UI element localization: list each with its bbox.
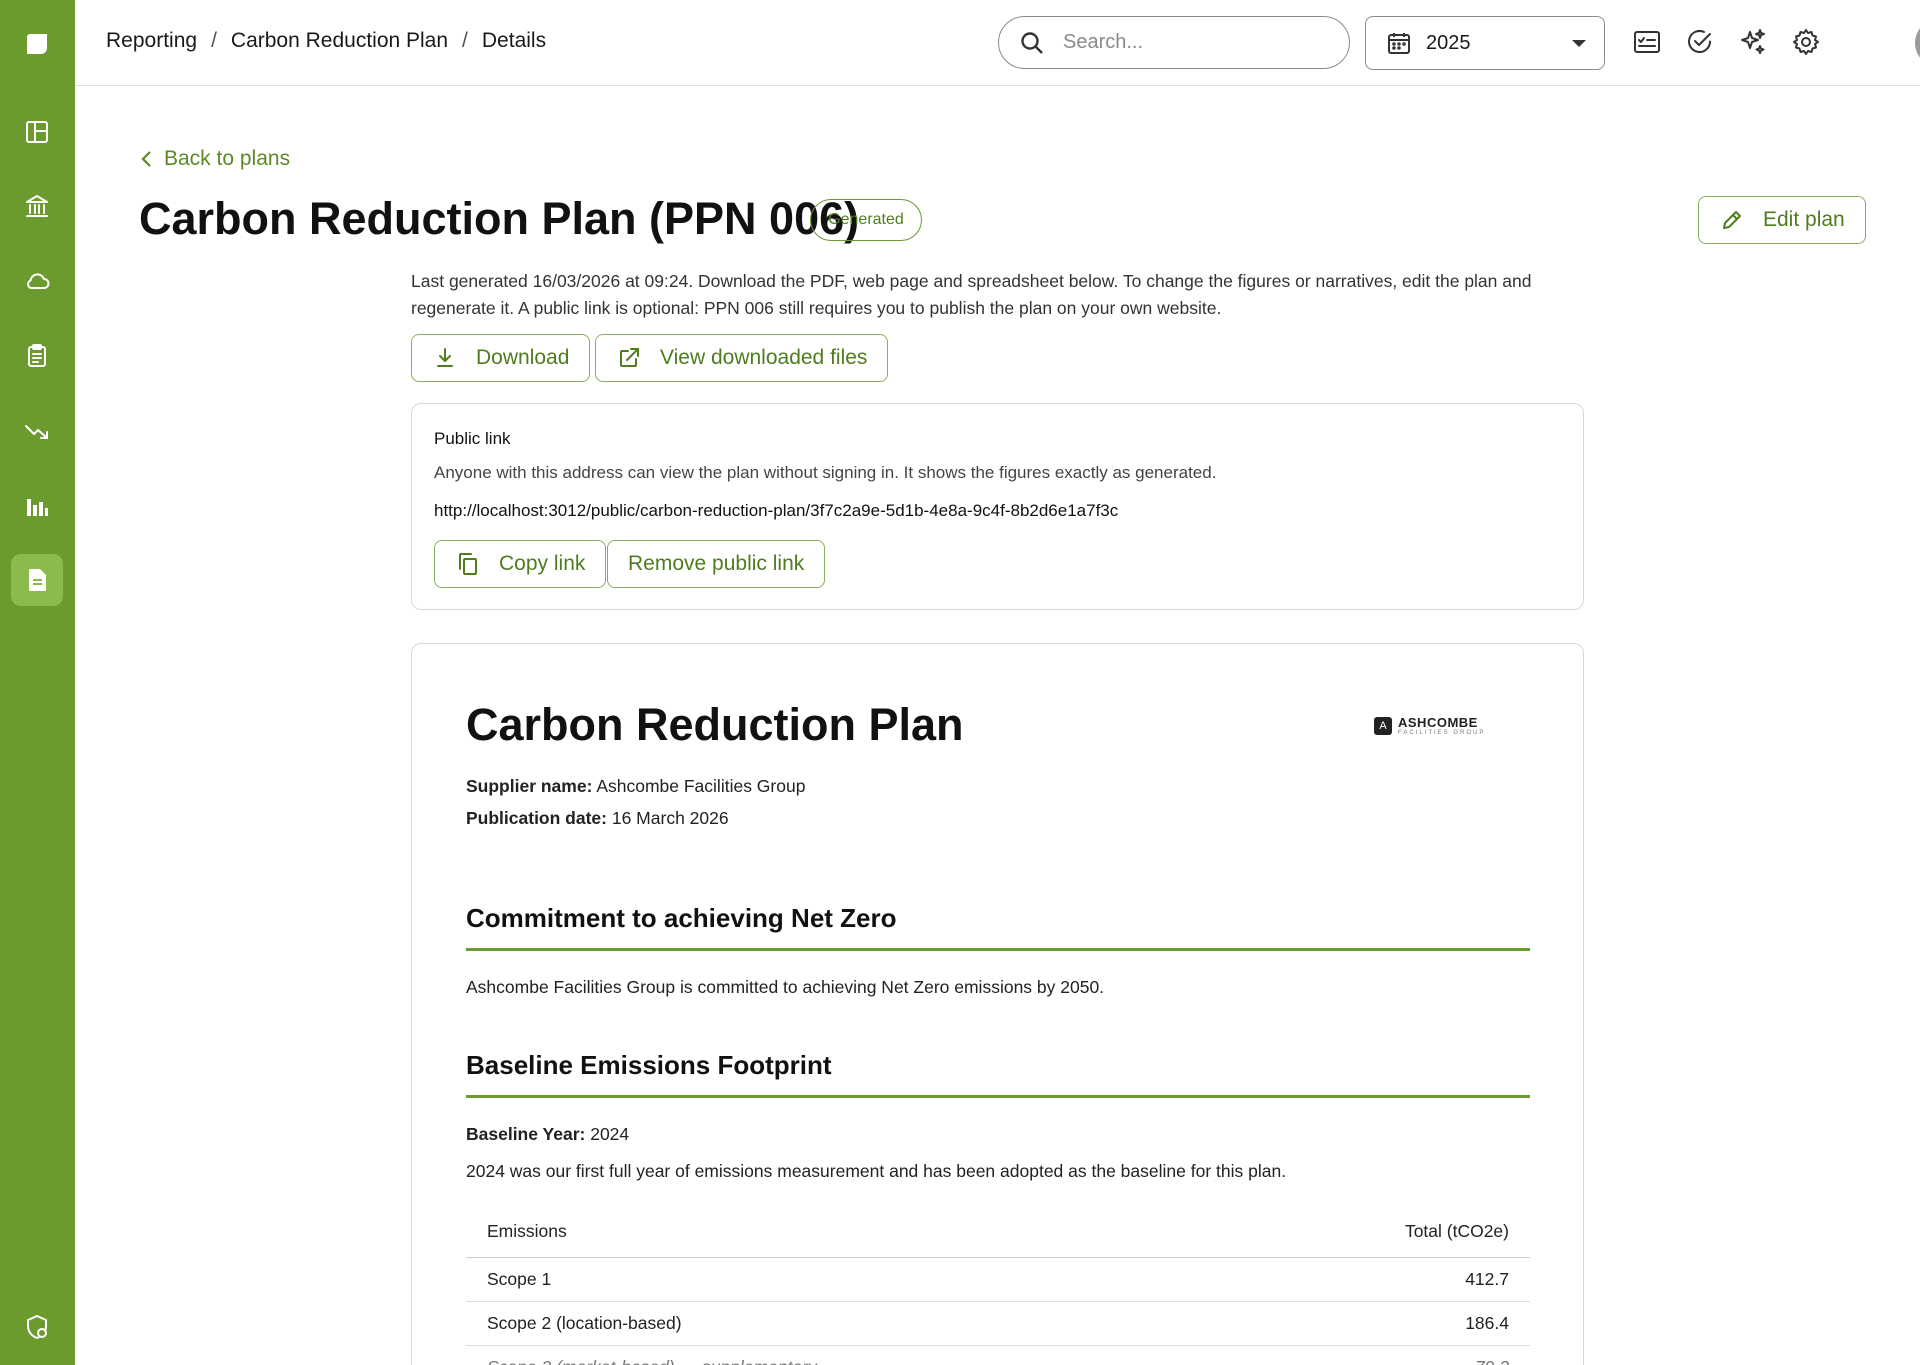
table-cell-value: 186.4 [1229,1301,1530,1346]
logo-mark-icon: A [1374,716,1392,735]
breadcrumb-item-details: Details [481,29,547,52]
baseline-heading: Baseline Emissions Footprint [466,1050,1530,1098]
sidebar [0,0,75,1365]
table-row: Scope 2 (location-based) 186.4 [466,1301,1530,1346]
pencil-icon [1723,211,1741,229]
external-link-icon [620,348,639,367]
view-files-label: View downloaded files [660,346,868,369]
breadcrumb-separator: / [211,29,217,52]
commitment-text: Ashcombe Facilities Group is committed t… [466,977,1105,997]
year-value: 2025 [1426,31,1471,54]
download-label: Download [476,346,570,369]
generation-info-text: Last generated 16/03/2026 at 09:24. Down… [411,271,1532,318]
public-link-description: Anyone with this address can view the pl… [434,463,1217,482]
shield-user-icon[interactable] [11,1301,63,1353]
view-downloaded-files-button[interactable]: View downloaded files [595,334,889,382]
breadcrumb-item-reporting[interactable]: Reporting [106,29,197,53]
search-box[interactable] [998,16,1350,69]
supplier-value: Ashcombe Facilities Group [596,776,806,796]
logo-name: ASHCOMBE [1398,715,1478,730]
publication-value: 16 March 2026 [611,808,729,828]
public-link-title: Public link [434,429,511,448]
chevron-down-icon [1572,40,1586,47]
trending-down-icon[interactable] [11,405,63,457]
remove-public-link-button[interactable]: Remove public link [607,540,826,588]
page-title: Carbon Reduction Plan (PPN 006) [139,193,860,244]
clipboard-icon[interactable] [11,330,63,382]
download-button[interactable]: Download [411,334,591,382]
year-selector[interactable]: 2025 [1365,16,1605,70]
gear-icon[interactable] [1786,22,1826,62]
status-badge: Generated [810,199,922,241]
top-bar: Reporting / Carbon Reduction Plan / Deta… [75,0,1920,86]
copy-link-label: Copy link [499,552,586,575]
search-input[interactable] [1063,31,1323,54]
logo-subtitle: FACILITIES GROUP [1398,730,1486,736]
calendar-icon [1388,33,1410,54]
table-header-row: Emissions Total (tCO2e) [466,1207,1530,1258]
baseline-year: Baseline Year: 2024 [466,1124,629,1145]
table-cell-label: Scope 1 [466,1257,1230,1302]
supplier-name: Supplier name: Ashcombe Facilities Group [466,776,805,797]
table-cell-label: Scope 2 (market-based) — supplementary [466,1345,1230,1365]
remove-public-link-label: Remove public link [628,552,805,575]
baseline-year-label: Baseline Year: [466,1124,586,1144]
bar-chart-icon[interactable] [11,480,63,532]
column-header-emissions: Emissions [466,1207,1230,1258]
dashboard-icon[interactable] [11,106,63,158]
avatar[interactable]: TP [1915,19,1920,67]
company-logo: A ASHCOMBE FACILITIES GROUP [1374,715,1485,736]
column-header-total: Total (tCO2e) [1229,1207,1530,1258]
baseline-year-value: 2024 [590,1124,630,1144]
edit-plan-label: Edit plan [1763,208,1845,231]
copy-link-button[interactable]: Copy link [434,540,607,588]
report-document-icon[interactable] [11,554,63,606]
breadcrumb: Reporting / Carbon Reduction Plan / Deta… [106,29,546,53]
back-to-plans-link[interactable]: Back to plans [140,147,290,171]
table-cell-label: Scope 2 (location-based) [466,1301,1230,1346]
table-cell-value: 412.7 [1229,1257,1530,1302]
checklist-icon[interactable] [1627,22,1667,62]
copy-icon [459,553,477,575]
public-link-card: Public link Anyone with this address can… [411,403,1584,610]
emissions-table: Emissions Total (tCO2e) Scope 1 412.7 Sc… [466,1207,1530,1365]
publication-label: Publication date: [466,808,607,828]
sparkles-icon[interactable] [1733,22,1773,62]
check-circle-icon[interactable] [1680,22,1720,62]
edit-plan-button[interactable]: Edit plan [1698,196,1866,244]
document-title: Carbon Reduction Plan [466,699,964,750]
back-link-label: Back to plans [164,147,291,170]
supplier-label: Supplier name: [466,776,593,796]
cloud-icon[interactable] [11,255,63,307]
table-row: Scope 2 (market-based) — supplementary 7… [466,1345,1530,1365]
baseline-text: 2024 was our first full year of emission… [466,1161,1287,1181]
download-icon [437,348,453,367]
table-cell-value: 79.3 [1229,1345,1530,1365]
plan-document-preview: Carbon Reduction Plan A ASHCOMBE FACILIT… [411,643,1584,1365]
public-link-url[interactable]: http://localhost:3012/public/carbon-redu… [434,501,1118,521]
publication-date: Publication date: 16 March 2026 [466,808,729,829]
search-icon [1021,31,1043,54]
app-logo-icon[interactable] [11,18,63,70]
table-row: Scope 1 412.7 [466,1257,1530,1302]
breadcrumb-separator: / [462,29,468,52]
commitment-heading: Commitment to achieving Net Zero [466,903,1530,951]
breadcrumb-item-plan[interactable]: Carbon Reduction Plan [231,29,448,53]
chevron-left-icon [141,151,151,167]
organisation-icon[interactable] [11,180,63,232]
